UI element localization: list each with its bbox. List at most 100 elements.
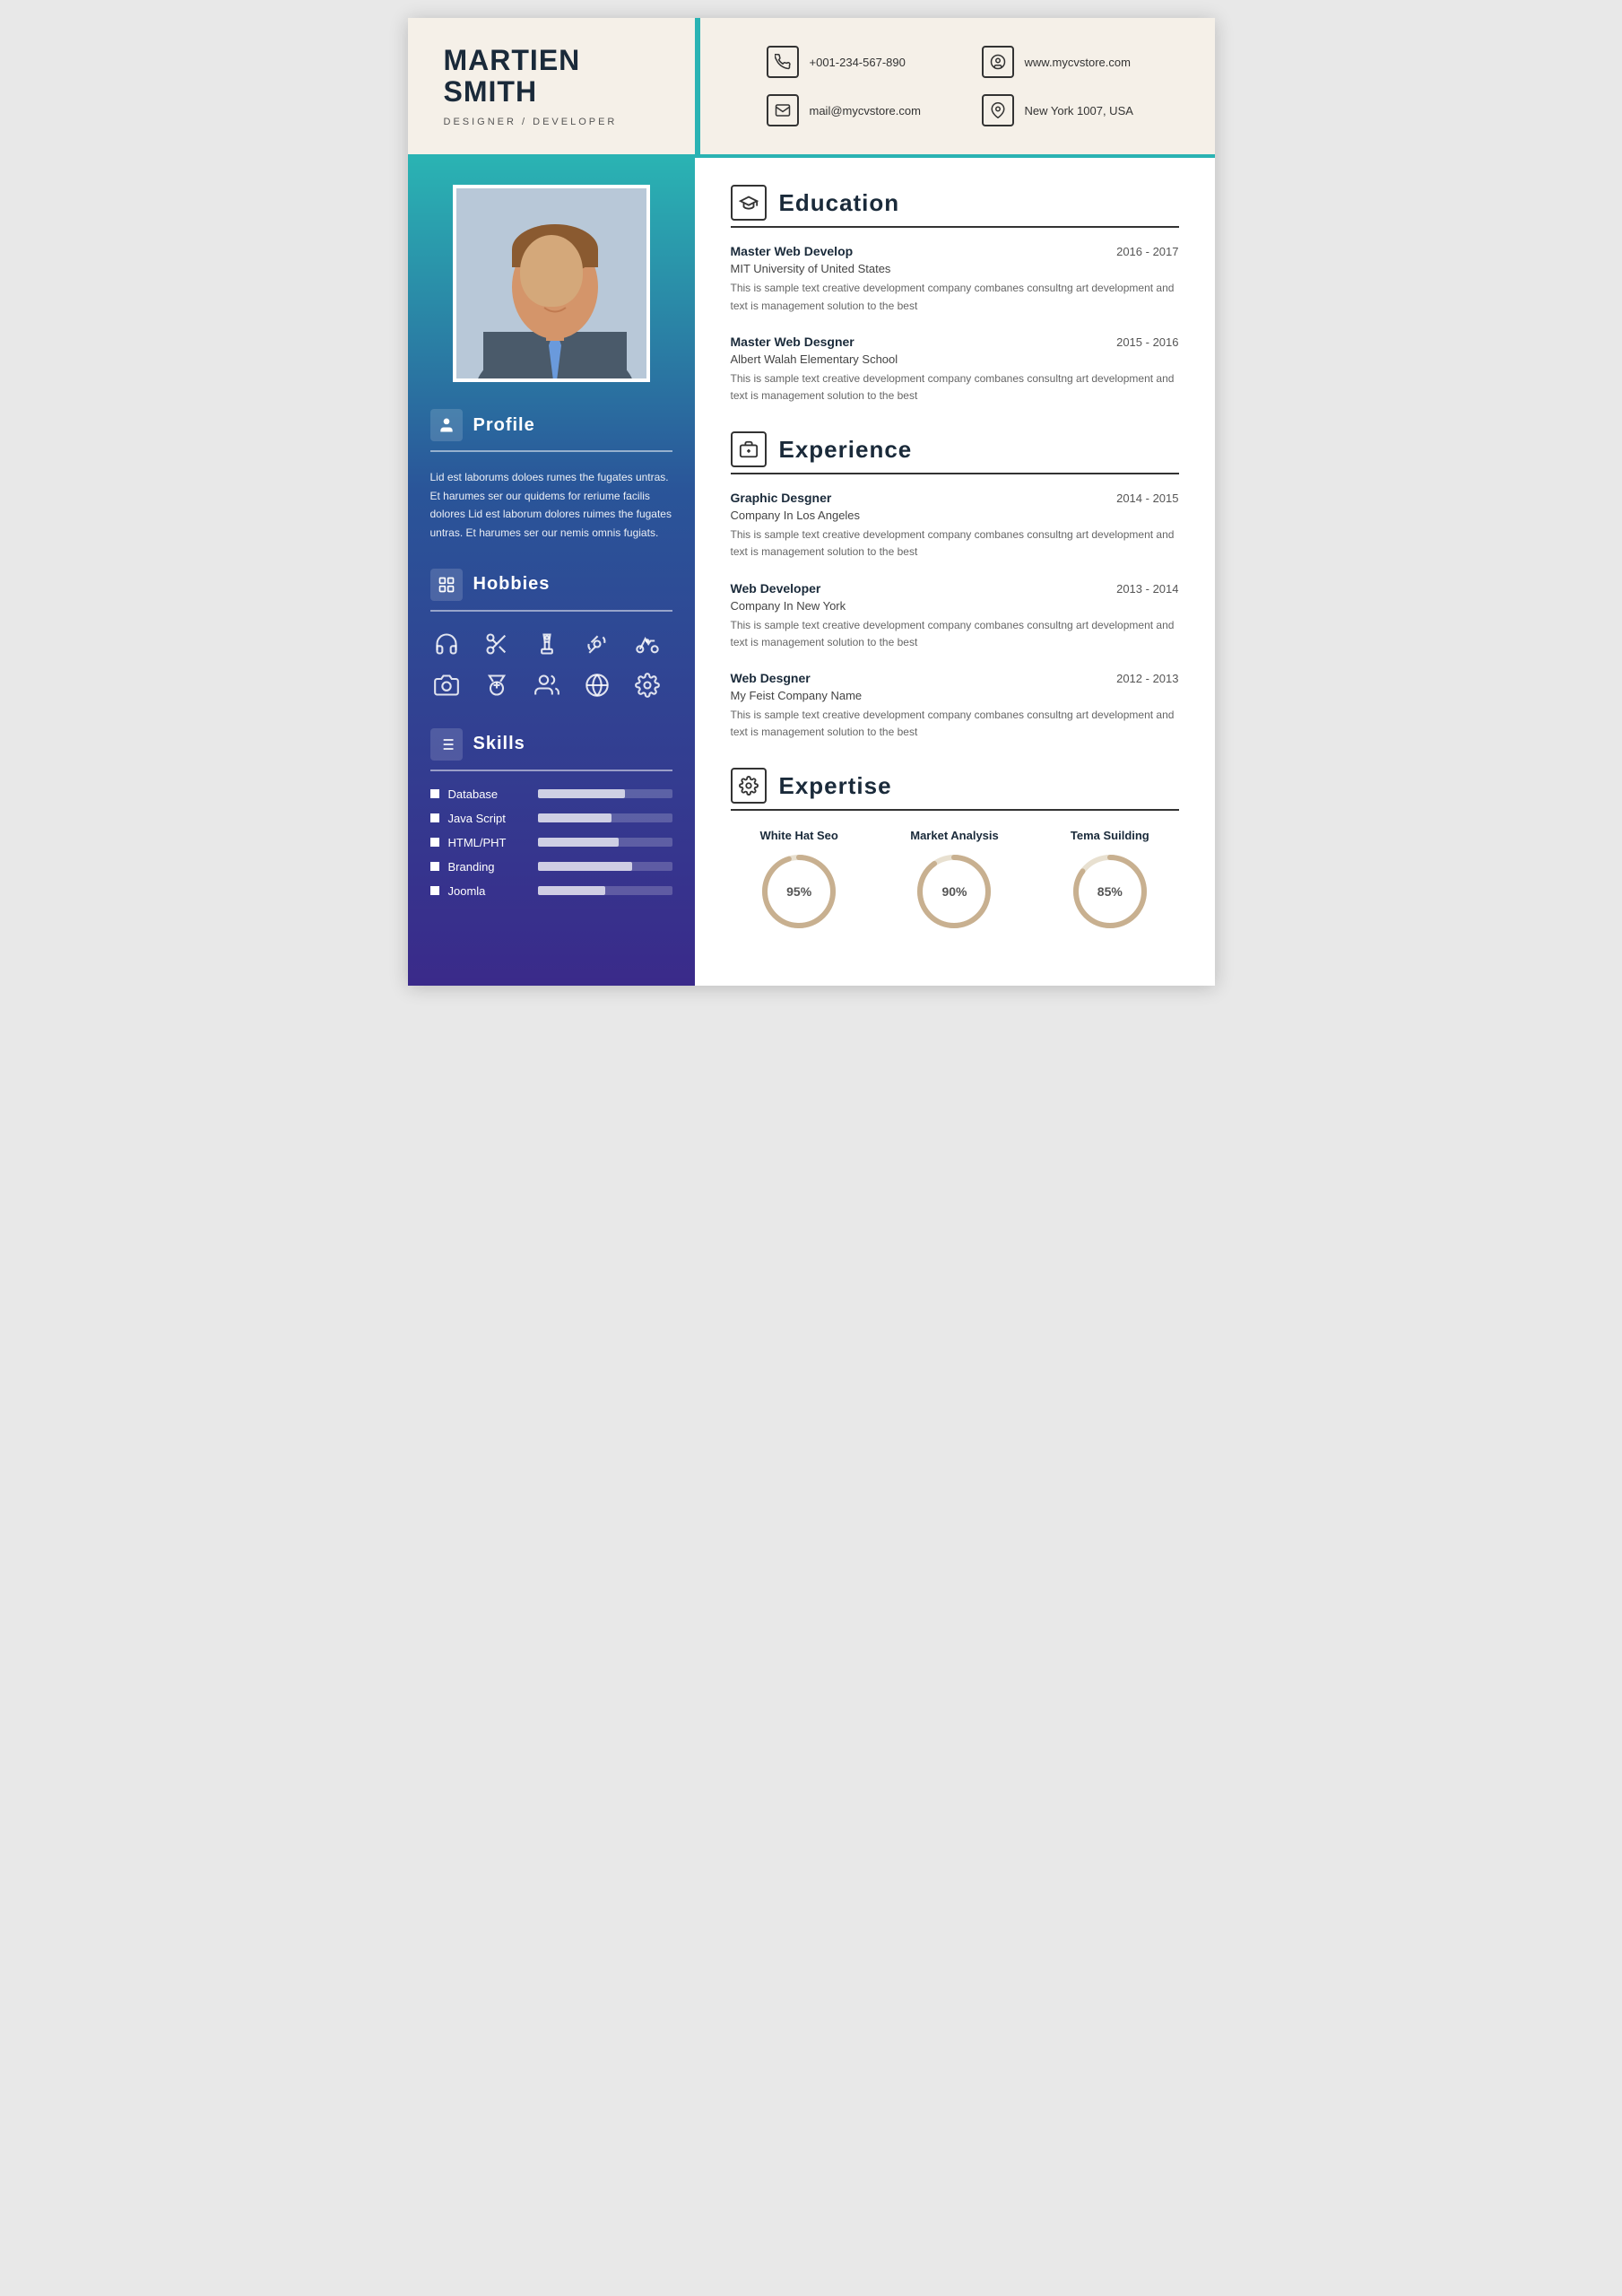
hobbies-title: Hobbies [473,574,551,595]
skill-bar-fill [538,886,605,895]
entry-desc: This is sample text creative development… [731,707,1179,741]
candidate-title: DESIGNER / DEVELOPER [444,117,695,127]
expertise-item-3: Tema Suilding 85% [1041,829,1178,932]
education-entry-1: Master Web Develop 2016 - 2017 MIT Unive… [731,244,1179,314]
skill-bar-fill [538,813,612,822]
skill-html: HTML/PHT [430,836,672,849]
skill-name: Java Script [448,812,529,825]
expertise-icon [731,768,767,804]
entry-title: Master Web Desgner [731,335,854,349]
education-title: Education [779,189,900,217]
profile-divider [430,450,672,452]
education-entry-2: Master Web Desgner 2015 - 2016 Albert Wa… [731,335,1179,404]
body: Profile Lid est laborums doloes rumes th… [408,158,1215,986]
hobbies-grid [430,628,672,701]
skill-javascript: Java Script [430,812,672,825]
experience-entry-1: Graphic Desgner 2014 - 2015 Company In L… [731,491,1179,561]
skill-bar-bg [538,789,672,798]
expertise-divider [731,809,1179,811]
hobby-satellite [581,628,613,660]
hobby-camera [430,669,463,701]
profile-text: Lid est laborums doloes rumes the fugate… [430,468,672,542]
expertise-percent: 95% [786,884,811,899]
education-section: Education Master Web Develop 2016 - 2017… [731,185,1179,404]
entry-date: 2016 - 2017 [1116,245,1178,258]
expertise-section: Expertise White Hat Seo 95% [731,768,1179,932]
phone-text: +001-234-567-890 [810,56,906,69]
skill-joomla: Joomla [430,884,672,898]
entry-desc: This is sample text creative development… [731,370,1179,404]
hobby-globe [581,669,613,701]
entry-desc: This is sample text creative development… [731,617,1179,651]
skills-icon [430,728,463,761]
profile-section: Profile Lid est laborums doloes rumes th… [430,409,672,542]
expertise-percent: 85% [1097,884,1123,899]
experience-divider [731,473,1179,474]
expertise-circle-3: 85% [1070,851,1150,932]
expertise-label: Market Analysis [910,829,999,842]
hobbies-header: Hobbies [430,569,672,601]
skill-name: Branding [448,860,529,874]
entry-header: Master Web Desgner 2015 - 2016 [731,335,1179,349]
entry-date: 2015 - 2016 [1116,335,1178,349]
skill-bullet [430,838,439,847]
skill-bullet [430,862,439,871]
skills-title: Skills [473,734,525,754]
experience-entry-3: Web Desgner 2012 - 2013 My Feist Company… [731,671,1179,741]
contact-website: www.mycvstore.com [982,46,1179,78]
hobby-medal [481,669,513,701]
entry-date: 2014 - 2015 [1116,491,1178,505]
skill-bullet [430,886,439,895]
location-icon [982,94,1014,126]
entry-subtitle: Company In New York [731,599,1179,613]
resume-container: MARTIEN SMITH DESIGNER / DEVELOPER +001-… [408,18,1215,986]
candidate-photo [453,185,650,382]
website-icon [982,46,1014,78]
location-text: New York 1007, USA [1025,104,1133,117]
entry-subtitle: MIT University of United States [731,262,1179,275]
skill-bar-bg [538,838,672,847]
education-header: Education [731,185,1179,221]
email-text: mail@mycvstore.com [810,104,921,117]
entry-title: Web Desgner [731,671,811,685]
entry-header: Web Developer 2013 - 2014 [731,581,1179,596]
skill-bullet [430,813,439,822]
hobbies-section: Hobbies [430,569,672,701]
entry-title: Web Developer [731,581,821,596]
experience-title: Experience [779,436,913,464]
expertise-label: White Hat Seo [759,829,837,842]
expertise-circle-1: 95% [759,851,839,932]
entry-title: Graphic Desgner [731,491,832,505]
expertise-circle-2: 90% [914,851,994,932]
sidebar: Profile Lid est laborums doloes rumes th… [408,158,695,986]
teal-divider [695,18,700,154]
experience-entry-2: Web Developer 2013 - 2014 Company In New… [731,581,1179,651]
skill-bar-bg [538,813,672,822]
expertise-title: Expertise [779,772,892,800]
profile-icon [430,409,463,441]
expertise-grid: White Hat Seo 95% Market Analysis [731,829,1179,932]
skill-bar-bg [538,862,672,871]
entry-header: Graphic Desgner 2014 - 2015 [731,491,1179,505]
phone-icon [767,46,799,78]
skills-header: Skills [430,728,672,761]
hobbies-icon [430,569,463,601]
header-left: MARTIEN SMITH DESIGNER / DEVELOPER [444,45,731,127]
entry-desc: This is sample text creative development… [731,526,1179,561]
entry-date: 2013 - 2014 [1116,582,1178,596]
hobby-headphones [430,628,463,660]
entry-subtitle: Albert Walah Elementary School [731,352,1179,366]
experience-header: Experience [731,431,1179,467]
hobby-chess [531,628,563,660]
hobby-settings [631,669,664,701]
skill-name: HTML/PHT [448,836,529,849]
skill-branding: Branding [430,860,672,874]
photo-placeholder [456,188,646,378]
expertise-item-2: Market Analysis 90% [886,829,1023,932]
skill-bullet [430,789,439,798]
hobby-scissors [481,628,513,660]
experience-icon [731,431,767,467]
main-content: Education Master Web Develop 2016 - 2017… [695,158,1215,986]
contact-info: +001-234-567-890 www.mycvstore.com [731,46,1179,126]
expertise-header: Expertise [731,768,1179,804]
